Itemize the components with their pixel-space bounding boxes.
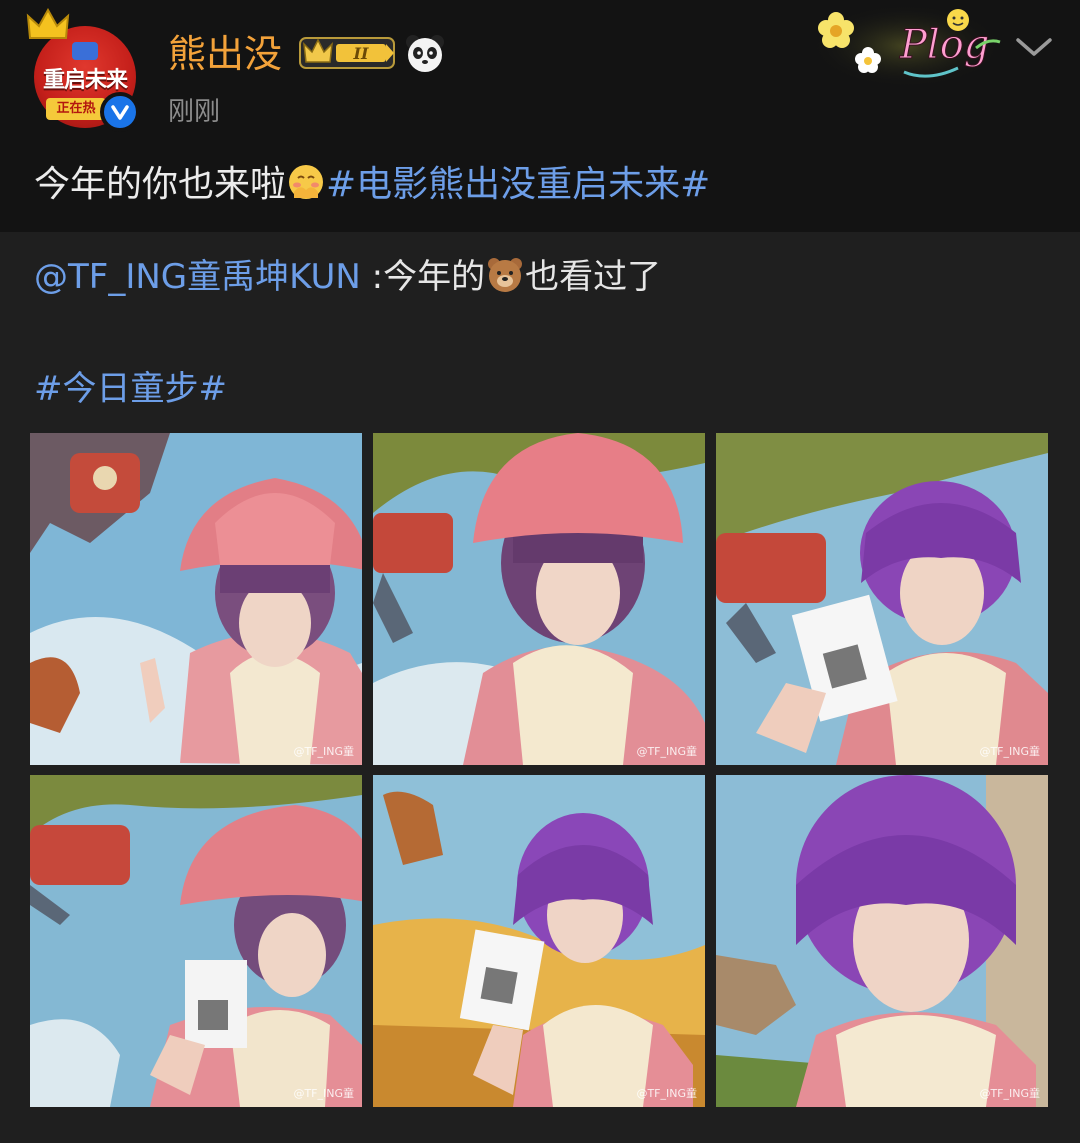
photo-4[interactable]: @TF_ING童: [30, 775, 362, 1107]
photo-2-image: [373, 433, 705, 765]
author-name[interactable]: 熊出没: [168, 30, 282, 78]
photo-watermark: @TF_ING童: [979, 745, 1040, 758]
plog-sticker-icon: Plog: [810, 4, 1002, 88]
photo-6[interactable]: @TF_ING童: [716, 775, 1048, 1107]
photo-watermark: @TF_ING童: [293, 1087, 354, 1100]
repost-text-before: :今年的: [360, 257, 486, 297]
post-body: 今年的你也来啦 #电影熊出没重启未来#: [34, 160, 710, 210]
repost-mention-link[interactable]: @TF_ING童禹坤KUN: [34, 257, 361, 297]
avatar-subtitle: 正在热: [46, 98, 106, 120]
photo-4-image: [30, 775, 362, 1107]
repost-body: @TF_ING童禹坤KUN :今年的 也看过了: [34, 252, 661, 302]
photo-watermark: @TF_ING童: [636, 1087, 697, 1100]
post-text: 今年的你也来啦: [34, 164, 287, 205]
photo-watermark: @TF_ING童: [293, 745, 354, 758]
crown-icon: [26, 8, 70, 39]
photo-1-image: [30, 433, 362, 765]
post-header-area: 重启未来 正在热 熊出没 II 刚刚 Plog 今年的你也来啦 #电影熊出没重启…: [0, 0, 1080, 232]
photo-watermark: @TF_ING童: [979, 1087, 1040, 1100]
crown-vip-badge-icon[interactable]: II: [298, 32, 398, 74]
bear-face-emoji-icon: [488, 258, 523, 292]
avatar-title: 重启未来: [42, 68, 128, 93]
vip-level-text: II: [353, 44, 369, 63]
verified-check-icon: [100, 92, 140, 132]
photo-6-image: [716, 775, 1048, 1107]
photo-watermark: @TF_ING童: [636, 745, 697, 758]
weibo-post: 重启未来 正在热 熊出没 II 刚刚 Plog 今年的你也来啦 #电影熊出没重启…: [0, 0, 1080, 1143]
photo-grid: @TF_ING童 @TF_ING童 @TF_ING童 @TF_ING童 @TF_…: [30, 433, 1048, 1107]
photo-2[interactable]: @TF_ING童: [373, 433, 705, 765]
chevron-down-icon[interactable]: [1012, 32, 1056, 62]
avatar-logo-icon: [72, 42, 98, 60]
plog-label: Plog: [899, 22, 989, 68]
photo-1[interactable]: @TF_ING童: [30, 433, 362, 765]
panda-badge-icon[interactable]: [404, 32, 446, 74]
shy-face-emoji-icon: [289, 165, 324, 199]
post-hashtag-link[interactable]: #电影熊出没重启未来#: [326, 164, 710, 205]
photo-5[interactable]: @TF_ING童: [373, 775, 705, 1107]
photo-3-image: [716, 433, 1048, 765]
post-timestamp: 刚刚: [168, 97, 221, 127]
photo-3[interactable]: @TF_ING童: [716, 433, 1048, 765]
photo-5-image: [373, 775, 705, 1107]
repost-text-after: 也看过了: [525, 257, 662, 297]
repost-hashtag-link[interactable]: #今日童步#: [34, 364, 227, 414]
